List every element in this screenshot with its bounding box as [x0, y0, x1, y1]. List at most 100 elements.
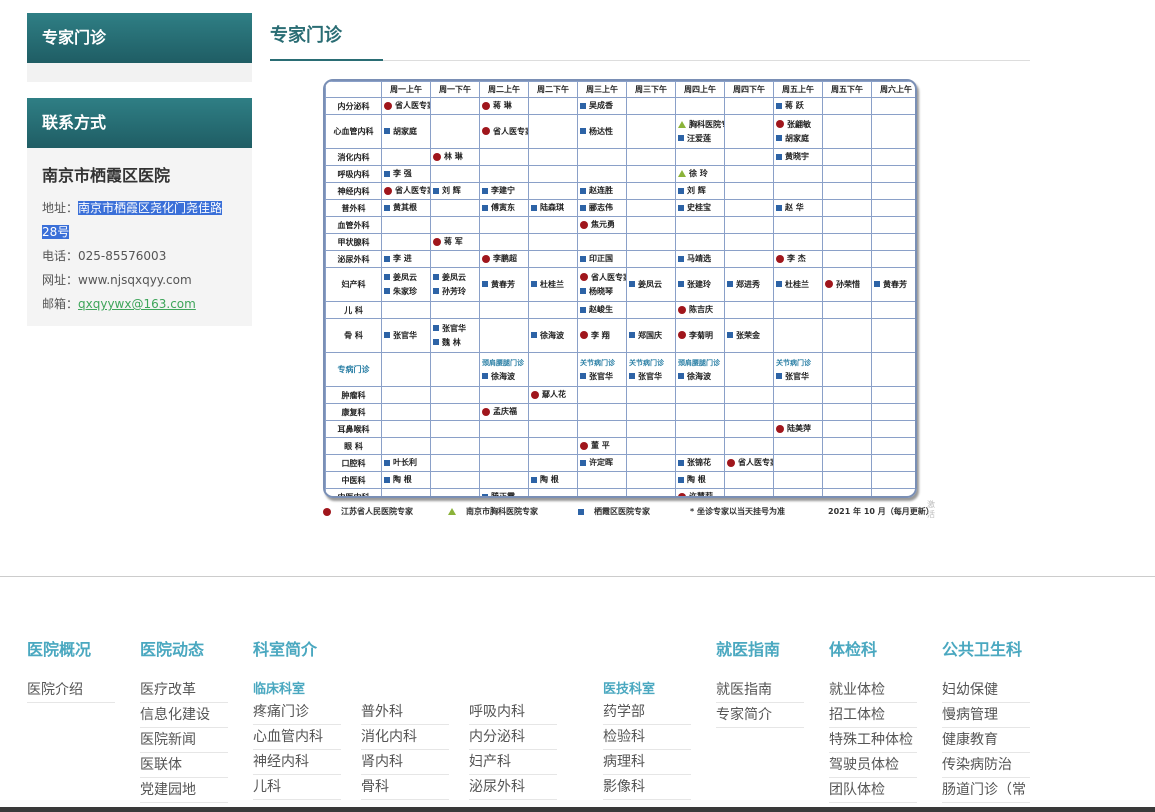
- schedule-cell: 李 进: [381, 250, 431, 268]
- footer-link[interactable]: 骨科: [361, 775, 449, 800]
- blue-square-icon: [580, 128, 586, 134]
- footer-link[interactable]: 特殊工种体检: [829, 728, 917, 753]
- schedule-cell: 陈吉庆: [675, 301, 725, 319]
- footer-link[interactable]: 团队体检: [829, 778, 917, 803]
- schedule-cell: [822, 386, 872, 404]
- doctor-entry: 张官华: [629, 370, 673, 384]
- footer-link[interactable]: 传染病防治: [942, 753, 1030, 778]
- phone-line: 电话：025-85576003: [42, 244, 237, 268]
- footer-link[interactable]: 肾内科: [361, 750, 449, 775]
- footer-link[interactable]: 慢病管理: [942, 703, 1030, 728]
- schedule-cell: [528, 454, 578, 472]
- footer-link[interactable]: 医院介绍: [27, 678, 115, 703]
- doctor-name: 关节病门诊: [580, 358, 615, 367]
- schedule-cell: [528, 233, 578, 251]
- footer-heading[interactable]: 就医指南: [716, 636, 804, 664]
- footer-link[interactable]: 儿科: [253, 775, 341, 800]
- schedule-cell: [871, 403, 915, 421]
- schedule-row: 呼吸内科 李 强 徐 玲: [325, 165, 915, 183]
- footer-link[interactable]: 专家简介: [716, 703, 804, 728]
- schedule-cell: [675, 420, 725, 438]
- schedule-cell: [626, 386, 676, 404]
- footer-links: 普外科 消化内科 肾内科 骨科: [361, 700, 449, 800]
- doctor-name: 傅寅东: [491, 203, 515, 212]
- doctor-entry: 省人医专家: [384, 99, 430, 113]
- doctor-name: 李 进: [393, 254, 412, 263]
- doctor-name: 张锦花: [687, 458, 711, 467]
- schedule-cell: [528, 437, 578, 455]
- footer-link[interactable]: 驾驶员体检: [829, 753, 917, 778]
- footer-heading[interactable]: 医院动态: [140, 636, 228, 664]
- blue-square-icon: [384, 204, 390, 211]
- schedule-cell: 李鹏超: [479, 250, 529, 268]
- footer-link[interactable]: 妇幼保健: [942, 678, 1030, 703]
- schedule-cell: [577, 471, 627, 489]
- footer-link[interactable]: 健康教育: [942, 728, 1030, 753]
- schedule-cell: [675, 97, 725, 115]
- email-label: 邮箱：: [42, 297, 79, 311]
- schedule-cell: 陶 根: [528, 471, 578, 489]
- schedule-cell: [430, 301, 480, 319]
- footer-link[interactable]: 普外科: [361, 700, 449, 725]
- footer-link[interactable]: 疼痛门诊: [253, 700, 341, 725]
- footer-link[interactable]: 党建园地: [140, 778, 228, 803]
- blue-square-icon: [678, 373, 684, 379]
- footer-column: 科室简介临床科室 疼痛门诊 心血管内科 神经内科 儿科: [253, 636, 341, 800]
- footer-link[interactable]: 呼吸内科: [469, 700, 557, 725]
- doctor-name: 印正国: [589, 254, 613, 263]
- footer-links: 就医指南 专家简介: [716, 678, 804, 728]
- footer-column: 普外科 消化内科 肾内科 骨科: [361, 636, 449, 800]
- footer-link[interactable]: 医院新闻: [140, 728, 228, 753]
- doctor-entry: 赵 华: [776, 201, 820, 215]
- doctor-entry: 姜凤云: [384, 271, 428, 285]
- schedule-cell: [871, 318, 915, 353]
- footer-heading: [361, 636, 449, 664]
- footer-link[interactable]: 病理科: [603, 750, 691, 775]
- doctor-entry: 杜桂兰: [531, 278, 575, 292]
- website-line: 网址：www.njsqxqyy.com: [42, 268, 237, 292]
- footer-link[interactable]: 内分泌科: [469, 725, 557, 750]
- footer-link[interactable]: 医联体: [140, 753, 228, 778]
- footer-link[interactable]: 就业体检: [829, 678, 917, 703]
- schedule-cell: [822, 301, 872, 319]
- footer-subheading[interactable]: 医技科室: [603, 678, 691, 698]
- doctor-name: 李 翔: [591, 330, 610, 340]
- schedule-cell: [871, 97, 915, 115]
- doctor-entry: 张翩敏: [776, 118, 820, 132]
- schedule-cell: [626, 148, 676, 166]
- schedule-cell: [822, 199, 872, 217]
- footer-link[interactable]: 药学部: [603, 700, 691, 725]
- doctor-name: 蒋 军: [444, 237, 463, 246]
- schedule-cell: [381, 488, 431, 496]
- page-title: 专家门诊: [270, 13, 1030, 61]
- schedule-cell: [577, 488, 627, 496]
- footer-link[interactable]: 妇产科: [469, 750, 557, 775]
- footer-link[interactable]: 泌尿外科: [469, 775, 557, 800]
- footer-link[interactable]: 信息化建设: [140, 703, 228, 728]
- doctor-name: 徐 玲: [689, 169, 708, 178]
- doctor-name: 颈肩腰腿门诊: [678, 358, 720, 367]
- footer-link[interactable]: 招工体检: [829, 703, 917, 728]
- footer-heading[interactable]: 公共卫生科: [942, 636, 1030, 664]
- footer-link[interactable]: 肠道门诊（常: [942, 778, 1030, 803]
- footer-subheading[interactable]: 临床科室: [253, 678, 341, 698]
- footer-heading[interactable]: 体检科: [829, 636, 917, 664]
- sidebar-expert-title[interactable]: 专家门诊: [27, 13, 252, 63]
- footer-link[interactable]: 心血管内科: [253, 725, 341, 750]
- email-link[interactable]: qxqyywx@163.com: [78, 297, 196, 311]
- footer-link[interactable]: 就医指南: [716, 678, 804, 703]
- schedule-cell: [528, 420, 578, 438]
- schedule-cell: [773, 165, 823, 183]
- doctor-name: 赵 华: [785, 203, 804, 212]
- footer-link[interactable]: 消化内科: [361, 725, 449, 750]
- footer-link[interactable]: 神经内科: [253, 750, 341, 775]
- doctor-name: 马靖选: [687, 254, 711, 263]
- footer-link[interactable]: 医疗改革: [140, 678, 228, 703]
- schedule-cell: 张官华: [381, 318, 431, 353]
- footer-heading[interactable]: 医院概况: [27, 636, 115, 664]
- footer-link[interactable]: 检验科: [603, 725, 691, 750]
- doctor-name: 黄春芳: [883, 279, 907, 289]
- red-dot-icon: [678, 331, 686, 339]
- footer-heading[interactable]: 科室简介: [253, 636, 341, 664]
- footer-link[interactable]: 影像科: [603, 775, 691, 800]
